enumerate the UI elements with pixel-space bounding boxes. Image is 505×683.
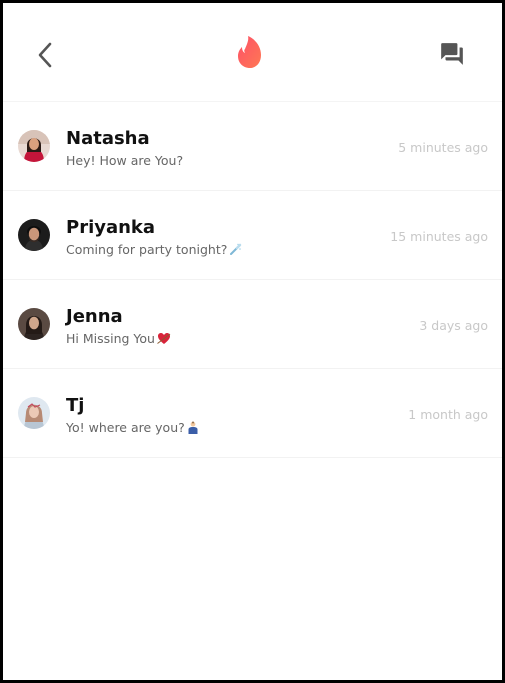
chevron-left-icon <box>38 42 52 68</box>
contact-name: Tj <box>66 395 85 416</box>
top-bar <box>3 3 502 102</box>
avatar[interactable] <box>18 130 50 162</box>
brand-logo[interactable] <box>235 35 265 71</box>
message-timestamp: 3 days ago <box>419 318 488 333</box>
message-text: Hey! How are You? <box>66 153 184 168</box>
message-timestamp: 1 month ago <box>408 407 488 422</box>
heart-arrow-icon <box>157 332 171 345</box>
messages-button[interactable] <box>437 39 467 69</box>
avatar-image <box>18 397 50 429</box>
message-timestamp: 15 minutes ago <box>390 229 488 244</box>
message-preview: Hi Missing You <box>66 331 171 346</box>
avatar[interactable] <box>18 397 50 429</box>
message-text: Coming for party tonight? <box>66 242 228 257</box>
message-text: Yo! where are you? <box>66 420 185 435</box>
avatar-image <box>18 308 50 340</box>
contact-name: Natasha <box>66 128 150 149</box>
message-preview: Yo! where are you? <box>66 420 199 435</box>
message-text: Hi Missing You <box>66 331 155 346</box>
flame-logo-icon <box>238 36 261 68</box>
back-button[interactable] <box>31 39 59 71</box>
avatar[interactable] <box>18 308 50 340</box>
person-icon <box>187 421 199 434</box>
avatar[interactable] <box>18 219 50 251</box>
conversation-row[interactable]: Tj Yo! where are you? 1 month ago <box>3 369 502 458</box>
avatar-image <box>18 130 50 162</box>
contact-name: Jenna <box>66 306 123 327</box>
contact-name: Priyanka <box>66 217 156 238</box>
conversation-row[interactable]: Priyanka Coming for party tonight? 15 mi… <box>3 191 502 280</box>
champagne-icon <box>229 243 242 256</box>
app-frame: Natasha Hey! How are You? 5 minutes ago … <box>0 0 505 683</box>
message-timestamp: 5 minutes ago <box>398 140 488 155</box>
avatar-image <box>18 219 50 251</box>
conversation-list: Natasha Hey! How are You? 5 minutes ago … <box>3 102 502 458</box>
message-preview: Coming for party tonight? <box>66 242 242 257</box>
conversation-row[interactable]: Natasha Hey! How are You? 5 minutes ago <box>3 102 502 191</box>
forum-icon <box>441 43 463 65</box>
message-preview: Hey! How are You? <box>66 153 183 168</box>
conversation-row[interactable]: Jenna Hi Missing You 3 days ago <box>3 280 502 369</box>
